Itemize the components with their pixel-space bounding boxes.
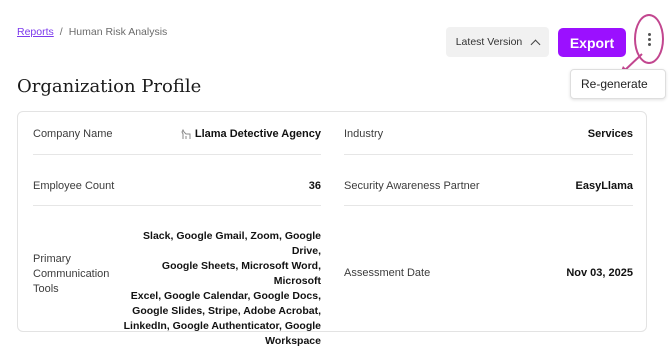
page-title: Organization Profile <box>17 76 202 97</box>
chevron-up-icon <box>530 39 541 49</box>
row-divider <box>344 154 633 155</box>
breadcrumb-reports-link[interactable]: Reports <box>17 26 54 38</box>
row-divider <box>33 154 321 155</box>
regenerate-menu-item[interactable]: Re-generate <box>570 69 666 99</box>
breadcrumb: Reports / Human Risk Analysis <box>17 26 167 38</box>
security-partner-label: Security Awareness Partner <box>344 180 480 192</box>
industry-value: Services <box>587 128 633 140</box>
communication-tools-value: Slack, Google Gmail, Zoom, Google Drive,… <box>123 230 321 347</box>
employee-count-value: 36 <box>308 180 321 192</box>
company-name-value: Llama Detective Agency <box>178 128 321 140</box>
organization-profile-card: Company Name Llama Detective Agency Indu… <box>17 111 647 347</box>
version-select-label: Latest Version <box>455 36 523 48</box>
industry-label: Industry <box>344 128 384 140</box>
version-select[interactable]: Latest Version <box>446 27 549 57</box>
breadcrumb-current: Human Risk Analysis <box>68 26 168 38</box>
security-partner-value: EasyLlama <box>575 180 633 192</box>
assessment-date-label: Assessment Date <box>344 267 431 279</box>
row-divider <box>33 205 321 206</box>
company-name-text: Llama Detective Agency <box>194 128 321 140</box>
kebab-menu-icon <box>647 32 651 46</box>
row-divider <box>344 205 633 206</box>
breadcrumb-separator: / <box>59 26 63 38</box>
company-name-label: Company Name <box>33 128 113 140</box>
employee-count-label: Employee Count <box>33 180 115 192</box>
llama-icon <box>181 128 191 139</box>
assessment-date-value: Nov 03, 2025 <box>566 267 633 279</box>
communication-tools-label: Primary Communication Tools <box>33 253 110 295</box>
